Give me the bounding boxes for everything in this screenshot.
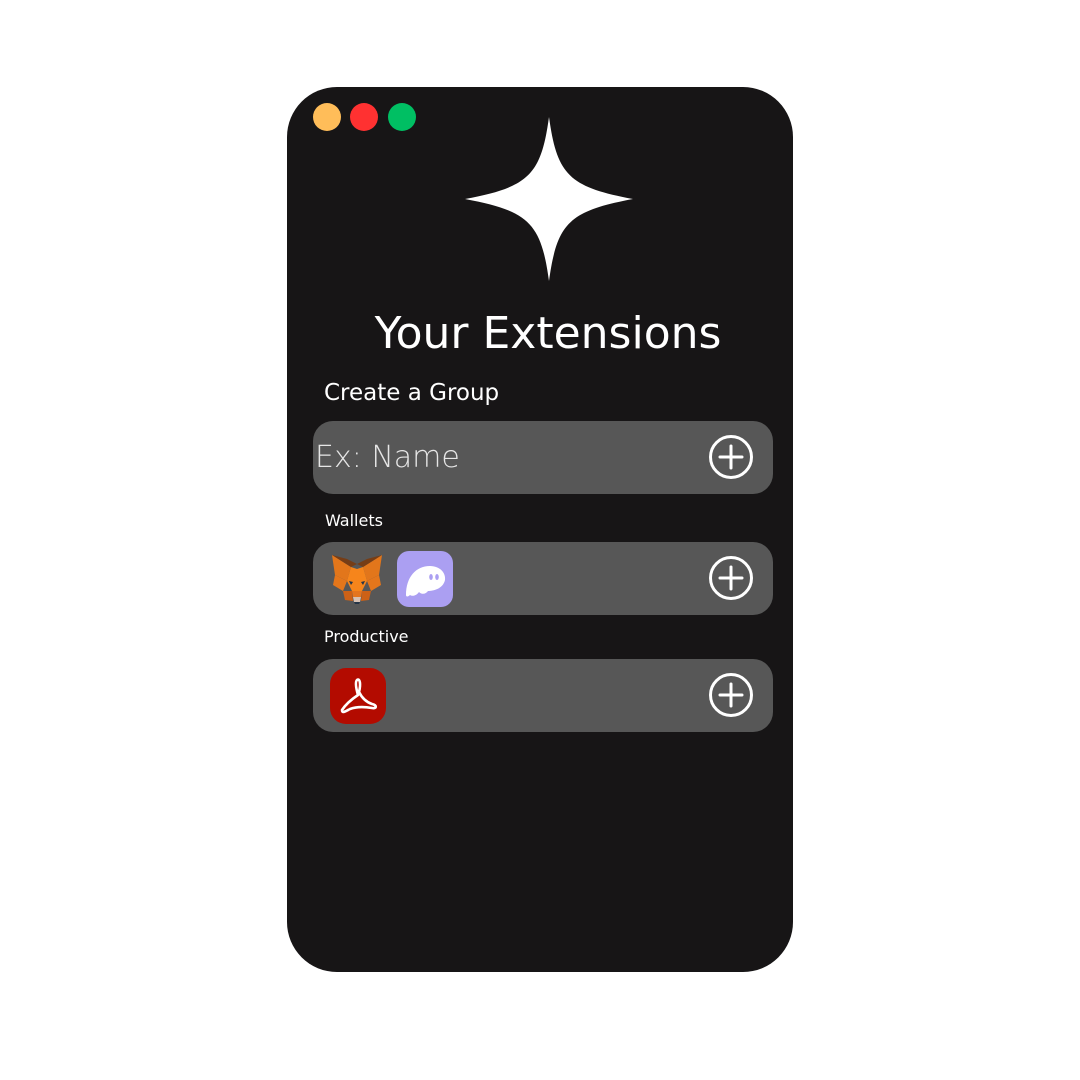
- page-title: Your Extensions: [374, 308, 722, 359]
- adobe-acrobat-icon[interactable]: [330, 668, 386, 724]
- create-group-bar: [313, 421, 773, 494]
- minimize-window-button[interactable]: [313, 103, 341, 131]
- extensions-window: Your Extensions Create a Group Wallets: [287, 87, 793, 972]
- plus-circle-icon: [709, 673, 753, 717]
- wallets-add-button[interactable]: [709, 556, 753, 600]
- productive-add-button[interactable]: [709, 673, 753, 717]
- plus-circle-icon: [709, 556, 753, 600]
- plus-circle-icon: [709, 435, 753, 479]
- create-group-label: Create a Group: [324, 380, 500, 406]
- group-name-input[interactable]: [315, 435, 685, 479]
- group-label-wallets: Wallets: [325, 511, 383, 530]
- group-bar-productive: [313, 659, 773, 732]
- create-group-add-button[interactable]: [709, 435, 753, 479]
- group-label-productive: Productive: [324, 627, 409, 646]
- metamask-fox-icon[interactable]: [329, 551, 385, 607]
- phantom-ghost-icon[interactable]: [397, 551, 453, 607]
- close-window-button[interactable]: [350, 103, 378, 131]
- group-bar-wallets: [313, 542, 773, 615]
- sparkle-icon: [465, 117, 633, 281]
- maximize-window-button[interactable]: [388, 103, 416, 131]
